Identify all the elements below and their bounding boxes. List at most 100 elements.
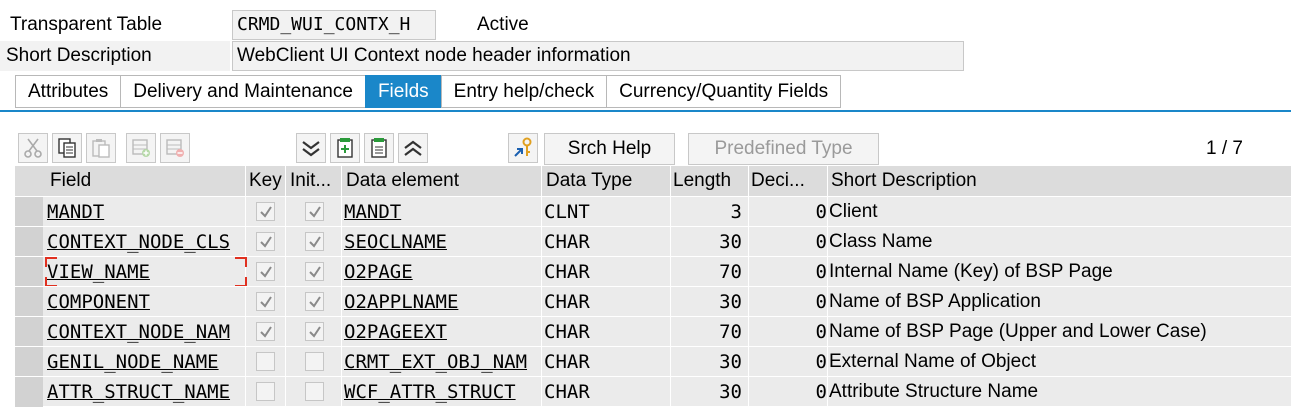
field-name-link[interactable]: ATTR_STRUCT_NAME [45, 377, 245, 407]
short-description-cell: Internal Name (Key) of BSP Page [829, 261, 1113, 282]
init-checkbox[interactable] [305, 262, 324, 281]
paste-icon[interactable] [86, 133, 116, 163]
table-row[interactable]: CONTEXT_NODE_NAM O2PAGEEXT CHAR 70 0 Name of … [15, 316, 1291, 347]
data-type-cell[interactable]: CHAR [542, 317, 670, 347]
row-selector[interactable] [15, 197, 43, 227]
col-header-init[interactable]: Init... [286, 166, 341, 196]
key-checkbox[interactable] [256, 352, 275, 371]
short-description-cell: Client [829, 201, 878, 222]
table-row[interactable]: GENIL_NODE_NAME CRMT_EXT_OBJ_NAM CHAR 30 0 Ex… [15, 346, 1291, 377]
table-row[interactable]: CONTEXT_NODE_CLS SEOCLNAME CHAR 30 0 Class Na… [15, 226, 1291, 257]
data-type-cell[interactable]: CHAR [542, 347, 670, 377]
field-name-link[interactable]: MANDT [45, 197, 245, 227]
table-row[interactable]: VIEW_NAME O2PAGE CHAR 70 0 Internal Name (Key… [15, 256, 1291, 287]
search-help-key-icon[interactable] [508, 133, 538, 163]
row-selector[interactable] [15, 257, 43, 287]
table-name-field[interactable]: CRMD_WUI_CONTX_H [232, 10, 436, 40]
row-selector[interactable] [15, 347, 43, 377]
field-name-link[interactable]: CONTEXT_NODE_NAM [45, 317, 245, 347]
length-cell[interactable]: 70 [671, 317, 748, 347]
decimals-cell[interactable]: 0 [749, 317, 827, 347]
col-header-decimals[interactable]: Deci... [749, 166, 827, 196]
row-selector[interactable] [15, 227, 43, 257]
tab-fields[interactable]: Fields [364, 75, 441, 108]
col-header-length[interactable]: Length [671, 166, 748, 196]
col-header-data-element[interactable]: Data element [342, 166, 541, 196]
tab-delivery-maintenance[interactable]: Delivery and Maintenance [120, 75, 365, 108]
length-cell[interactable]: 30 [671, 347, 748, 377]
short-description-cell: Name of BSP Page (Upper and Lower Case) [829, 321, 1207, 342]
data-type-cell[interactable]: CHAR [542, 377, 670, 407]
decimals-cell[interactable]: 0 [749, 377, 827, 407]
data-element-link[interactable]: WCF_ATTR_STRUCT [342, 377, 541, 407]
clipboard-icon[interactable] [364, 133, 394, 163]
decimals-cell[interactable]: 0 [749, 257, 827, 287]
tab-currency-quantity-fields[interactable]: Currency/Quantity Fields [606, 75, 842, 108]
init-checkbox[interactable] [305, 322, 324, 341]
row-selector[interactable] [15, 287, 43, 317]
init-checkbox[interactable] [305, 382, 324, 401]
table-row[interactable]: MANDT MANDT CLNT 3 0 Client [15, 196, 1291, 227]
collapse-all-icon[interactable] [398, 133, 428, 163]
expand-all-icon[interactable] [296, 133, 326, 163]
tab-underline [0, 110, 1291, 112]
length-cell[interactable]: 30 [671, 377, 748, 407]
key-checkbox[interactable] [256, 322, 275, 341]
data-element-link[interactable]: CRMT_EXT_OBJ_NAM [342, 347, 541, 377]
page-indicator: 1 / 7 [1206, 138, 1243, 159]
data-element-link[interactable]: O2APPLNAME [342, 287, 541, 317]
field-name-link[interactable]: GENIL_NODE_NAME [45, 347, 245, 377]
predefined-type-button[interactable]: Predefined Type [688, 133, 879, 165]
table-header: Field Key Init... Data element Data Type… [15, 166, 1291, 196]
insert-include-icon[interactable] [330, 133, 360, 163]
data-element-link[interactable]: MANDT [342, 197, 541, 227]
data-type-cell[interactable]: CLNT [542, 197, 670, 227]
field-name-link[interactable]: COMPONENT [45, 287, 245, 317]
data-element-link[interactable]: SEOCLNAME [342, 227, 541, 257]
length-cell[interactable]: 3 [671, 197, 748, 227]
short-description-cell: Attribute Structure Name [829, 381, 1039, 402]
length-cell[interactable]: 70 [671, 257, 748, 287]
init-checkbox[interactable] [305, 352, 324, 371]
decimals-cell[interactable]: 0 [749, 227, 827, 257]
length-cell[interactable]: 30 [671, 287, 748, 317]
delete-row-icon[interactable] [160, 133, 190, 163]
col-header-data-type[interactable]: Data Type [542, 166, 670, 196]
decimals-cell[interactable]: 0 [749, 197, 827, 227]
key-checkbox[interactable] [256, 232, 275, 251]
table-row[interactable]: ATTR_STRUCT_NAME WCF_ATTR_STRUCT CHAR 30 0 At… [15, 376, 1291, 407]
key-checkbox[interactable] [256, 202, 275, 221]
data-type-cell[interactable]: CHAR [542, 227, 670, 257]
decimals-cell[interactable]: 0 [749, 287, 827, 317]
short-description-cell: External Name of Object [829, 351, 1036, 372]
data-element-link[interactable]: O2PAGE [342, 257, 541, 287]
row-selector[interactable] [15, 377, 43, 407]
field-name-link[interactable]: CONTEXT_NODE_CLS [45, 227, 245, 257]
field-name-link[interactable]: VIEW_NAME [45, 257, 245, 287]
length-cell[interactable]: 30 [671, 227, 748, 257]
key-checkbox[interactable] [256, 262, 275, 281]
data-type-cell[interactable]: CHAR [542, 287, 670, 317]
table-row[interactable]: COMPONENT O2APPLNAME CHAR 30 0 Name of BSP Ap… [15, 286, 1291, 317]
col-header-short-description[interactable]: Short Description [828, 166, 1291, 196]
tab-entry-help-check[interactable]: Entry help/check [440, 75, 607, 108]
data-element-link[interactable]: O2PAGEEXT [342, 317, 541, 347]
short-description-cell: Name of BSP Application [829, 291, 1041, 312]
init-checkbox[interactable] [305, 292, 324, 311]
tab-attributes[interactable]: Attributes [15, 75, 121, 108]
init-checkbox[interactable] [305, 202, 324, 221]
key-checkbox[interactable] [256, 382, 275, 401]
col-header-field[interactable]: Field [45, 166, 245, 196]
srch-help-button[interactable]: Srch Help [544, 133, 675, 165]
col-header-key[interactable]: Key [246, 166, 285, 196]
insert-row-icon[interactable] [126, 133, 156, 163]
row-selector[interactable] [15, 317, 43, 347]
short-desc-field[interactable]: WebClient UI Context node header informa… [232, 41, 964, 71]
key-checkbox[interactable] [256, 292, 275, 311]
data-type-cell[interactable]: CHAR [542, 257, 670, 287]
init-checkbox[interactable] [305, 232, 324, 251]
decimals-cell[interactable]: 0 [749, 347, 827, 377]
cut-icon[interactable] [18, 133, 48, 163]
copy-icon[interactable] [52, 133, 82, 163]
short-description-cell: Class Name [829, 231, 933, 252]
